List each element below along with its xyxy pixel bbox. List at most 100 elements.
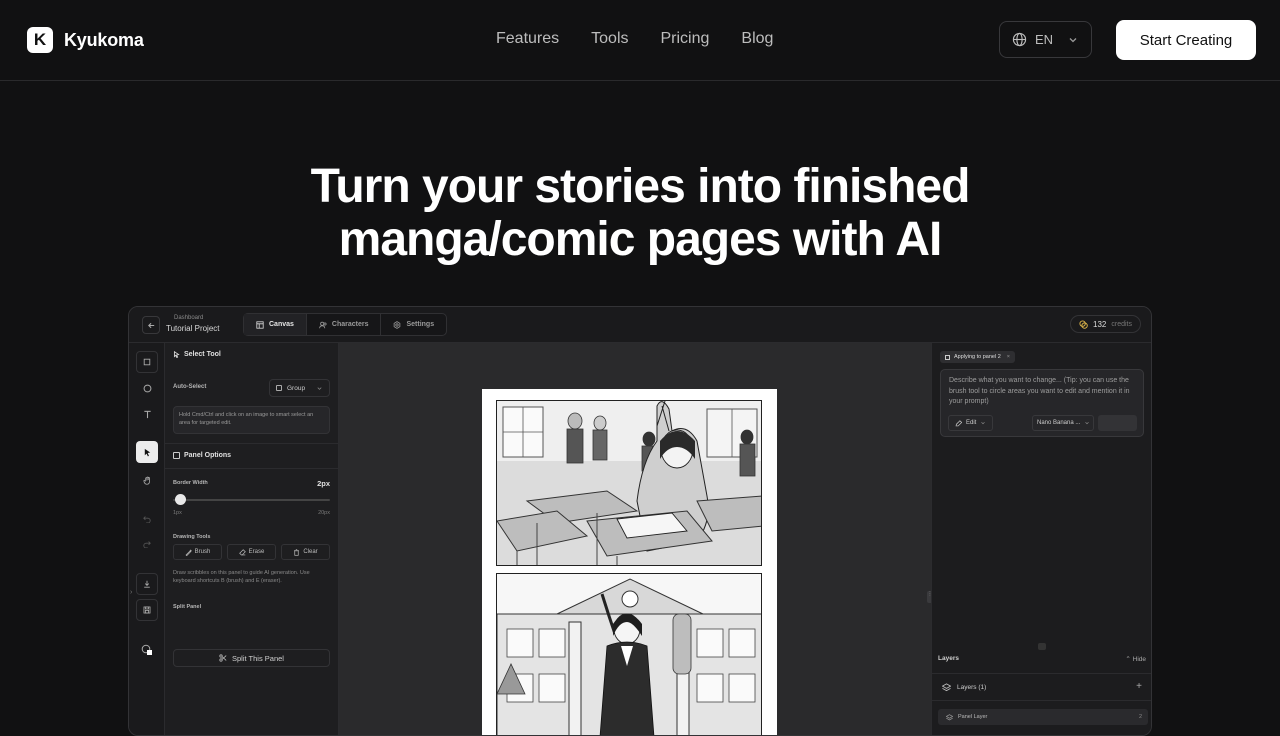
scissors-icon [219, 654, 227, 662]
text-tool[interactable] [136, 403, 158, 425]
main-menu: Features Tools Pricing Blog [496, 30, 773, 48]
pencil-icon [955, 419, 962, 426]
auto-select-value: Group [287, 384, 306, 392]
hand-tool[interactable] [136, 469, 158, 491]
border-min: 1px [173, 510, 182, 516]
cursor-icon [144, 448, 150, 456]
erase-button[interactable]: Erase [227, 544, 276, 560]
square-icon [143, 358, 151, 366]
redo-button[interactable] [136, 533, 158, 555]
manga-page[interactable] [482, 389, 777, 735]
divider [165, 443, 339, 444]
color-swatch-icon [141, 644, 152, 655]
hero-line-1: Turn your stories into finished [310, 160, 971, 213]
language-code: EN [1035, 32, 1054, 47]
select-tool-heading: Select Tool [173, 351, 221, 358]
chevron-down-icon [317, 386, 322, 390]
breadcrumb-current: Tutorial Project [166, 324, 220, 333]
drawing-tools-label: Drawing Tools [173, 534, 211, 540]
nav-link-features[interactable]: Features [496, 30, 559, 48]
hero-line-2: manga/comic pages with AI [338, 213, 943, 266]
expand-chevron-icon[interactable]: › [130, 589, 132, 596]
model-selector[interactable]: Nano Banana ... [1032, 415, 1094, 431]
model-label: Nano Banana ... [1037, 420, 1081, 426]
classroom-illustration [497, 401, 761, 565]
tool-rail: › [129, 343, 165, 735]
manga-panel-classroom[interactable] [496, 400, 762, 566]
border-max: 20px [318, 510, 330, 516]
brand-logo[interactable]: K Kyukoma [27, 27, 144, 53]
layers-icon [942, 682, 951, 691]
submit-button[interactable] [1098, 415, 1137, 431]
edit-prompt-input[interactable]: Describe what you want to change... (Tip… [940, 369, 1144, 437]
credits-badge[interactable]: 132 credits [1070, 315, 1141, 333]
editor-tabs: Canvas Characters Settings [243, 313, 448, 336]
ellipse-tool[interactable] [136, 377, 158, 399]
brush-button[interactable]: Brush [173, 544, 222, 560]
manga-panel-school-exterior[interactable] [496, 573, 762, 735]
tab-label: Settings [406, 321, 435, 328]
start-creating-button[interactable]: Start Creating [1116, 20, 1256, 60]
layers-icon [946, 713, 953, 720]
brush-icon [185, 549, 192, 556]
coins-icon [1079, 319, 1088, 329]
layers-header: Layers ⌃ Hide [938, 655, 1146, 663]
download-icon [144, 580, 150, 588]
ai-edit-panel: Applying to panel 2 × Describe what you … [931, 343, 1151, 735]
collapse-handle-icon[interactable] [1038, 643, 1046, 650]
redo-icon [143, 541, 151, 548]
nav-link-blog[interactable]: Blog [741, 30, 773, 48]
chevron-down-icon [981, 422, 986, 425]
panel-options-toggle[interactable]: Panel Options [173, 452, 231, 459]
editor-canvas[interactable] [339, 343, 931, 735]
undo-icon [143, 516, 151, 523]
edit-label: Edit [966, 420, 977, 426]
close-icon[interactable]: × [1007, 354, 1010, 360]
breadcrumb-parent[interactable]: Dashboard [174, 315, 203, 321]
divider [165, 468, 339, 469]
cursor-icon [173, 351, 180, 358]
nav-link-pricing[interactable]: Pricing [661, 30, 710, 48]
panel-layer-label: Panel Layer [958, 714, 988, 720]
clear-button[interactable]: Clear [281, 544, 330, 560]
undo-button[interactable] [136, 508, 158, 530]
split-panel-text: Split This Panel [232, 653, 284, 663]
users-icon [319, 321, 327, 328]
tab-characters[interactable]: Characters [307, 314, 382, 335]
add-layer-icon[interactable]: + [1136, 681, 1142, 692]
group-checkbox-icon [276, 385, 282, 391]
panel-layer-item[interactable]: Panel Layer 2 [938, 709, 1148, 725]
layers-count: Layers (1) [957, 683, 987, 691]
auto-select-dropdown[interactable]: Group [269, 379, 330, 397]
slider-thumb[interactable] [175, 494, 187, 505]
logo-mark: K [27, 27, 53, 53]
panel-layer-number: 2 [1138, 714, 1142, 720]
select-tool[interactable] [136, 441, 158, 463]
applying-chip[interactable]: Applying to panel 2 × [940, 351, 1016, 363]
split-panel-button[interactable]: Split This Panel [173, 649, 330, 667]
select-tool-title: Select Tool [184, 351, 221, 358]
download-button[interactable] [136, 573, 158, 595]
save-button[interactable] [136, 599, 158, 621]
arrow-left-icon [147, 322, 154, 328]
language-selector[interactable]: EN [999, 21, 1092, 58]
tab-canvas[interactable]: Canvas [244, 314, 307, 335]
tab-settings[interactable]: Settings [381, 314, 446, 335]
rectangle-tool[interactable] [136, 351, 158, 373]
color-picker[interactable] [136, 639, 158, 661]
layers-group-row[interactable]: Layers (1) + [932, 673, 1151, 701]
chevron-down-icon [1085, 422, 1090, 425]
globe-icon [1012, 32, 1027, 47]
hide-label: Hide [1132, 656, 1146, 663]
hide-layers-button[interactable]: ⌃ Hide [1125, 655, 1146, 663]
circle-icon [143, 384, 151, 392]
panel-options-title: Panel Options [184, 452, 232, 459]
back-button[interactable] [142, 316, 160, 334]
auto-select-label: Auto-Select [173, 384, 207, 390]
smart-select-hint: Hold Cmd/Ctrl and click on an image to s… [173, 406, 330, 434]
school-illustration [497, 574, 761, 735]
prompt-placeholder: Describe what you want to change... (Tip… [949, 377, 1130, 405]
border-width-slider[interactable] [173, 499, 330, 501]
nav-link-tools[interactable]: Tools [591, 30, 628, 48]
edit-mode-button[interactable]: Edit [948, 415, 994, 431]
